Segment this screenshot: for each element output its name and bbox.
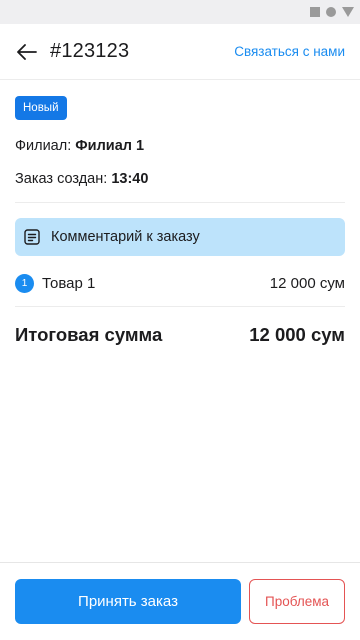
page-title: #123123 [50, 40, 130, 62]
divider [15, 202, 345, 203]
triangle-icon [342, 7, 354, 17]
square-icon [310, 7, 320, 17]
order-comment-button[interactable]: Комментарий к заказу [15, 218, 345, 256]
status-badge: Новый [15, 96, 67, 120]
item-price: 12 000 сум [269, 274, 345, 292]
report-problem-button[interactable]: Проблема [249, 579, 345, 624]
total-value: 12 000 сум [249, 324, 345, 345]
order-details: Новый Филиал: Филиал 1 Заказ создан: 13:… [0, 80, 360, 346]
item-index-badge: 1 [15, 273, 34, 293]
branch-row: Филиал: Филиал 1 [15, 138, 345, 154]
total-row: Итоговая сумма 12 000 сум [15, 324, 345, 346]
branch-value: Филиал 1 [75, 138, 145, 154]
circle-icon [326, 7, 336, 17]
app-header: #123123 Связаться с нами [0, 24, 360, 80]
item-name: Товар 1 [42, 274, 96, 292]
accept-order-button[interactable]: Принять заказ [15, 579, 241, 624]
created-value: 13:40 [111, 171, 149, 187]
action-footer: Принять заказ Проблема [0, 562, 360, 640]
created-row: Заказ создан: 13:40 [15, 171, 345, 187]
branch-label: Филиал: [15, 138, 72, 154]
arrow-left-icon [17, 43, 37, 60]
comment-label: Комментарий к заказу [51, 229, 200, 245]
list-item: 1 Товар 1 12 000 сум [15, 272, 345, 294]
back-button[interactable] [15, 40, 39, 64]
created-label: Заказ создан: [15, 171, 108, 187]
note-icon [23, 228, 41, 246]
total-label: Итоговая сумма [15, 324, 163, 345]
contact-us-link[interactable]: Связаться с нами [234, 44, 345, 59]
divider [15, 306, 345, 307]
status-bar [0, 0, 360, 24]
